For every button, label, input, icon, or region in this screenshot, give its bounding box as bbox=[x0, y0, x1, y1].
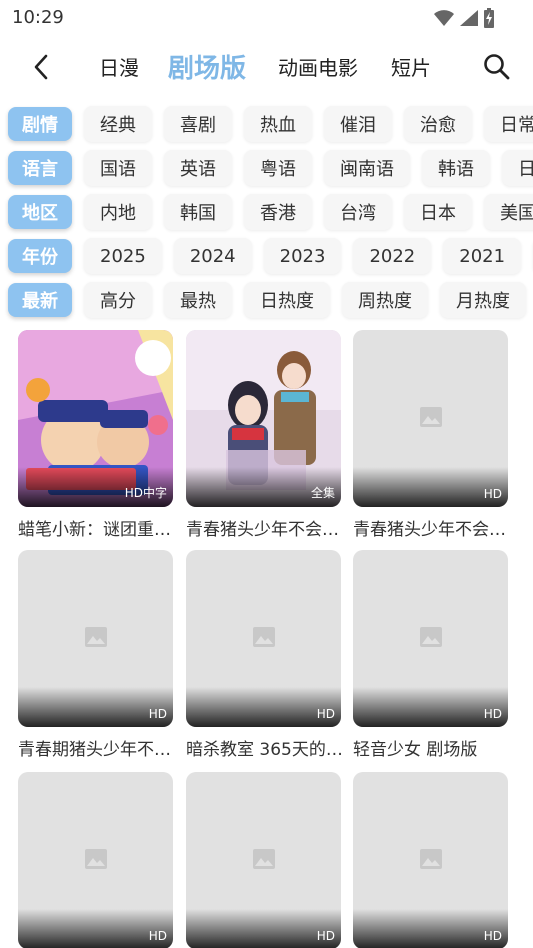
video-card[interactable]: HD 青春猪头少年不会梦到红书包女孩 bbox=[353, 330, 513, 540]
filter-chip[interactable]: 高分 bbox=[84, 282, 152, 318]
poster-placeholder: HD bbox=[353, 550, 508, 727]
video-card[interactable]: HD 青春期猪头少年不会梦到怀梦美少女 bbox=[18, 550, 178, 760]
video-card[interactable]: HD bbox=[18, 772, 173, 948]
filter-chip[interactable]: 粤语 bbox=[244, 150, 312, 186]
poster-placeholder: HD bbox=[186, 550, 341, 727]
video-card[interactable]: HD 轻音少女 剧场版 bbox=[353, 550, 508, 760]
filter-chip[interactable]: 台湾 bbox=[324, 194, 392, 230]
filter-chip[interactable]: 催泪 bbox=[324, 106, 392, 142]
filter-chip[interactable]: 美国 bbox=[484, 194, 533, 230]
filter-chip[interactable]: 韩国 bbox=[164, 194, 232, 230]
video-title: 青春猪头少年不会梦到娇怜外出妹 bbox=[186, 520, 346, 540]
poster-placeholder: HD bbox=[353, 772, 508, 948]
filter-head-sort: 最新 bbox=[8, 283, 72, 317]
image-placeholder-icon bbox=[420, 849, 442, 869]
image-placeholder-icon bbox=[420, 407, 442, 427]
wifi-icon bbox=[434, 10, 454, 26]
search-icon bbox=[484, 54, 510, 80]
quality-badge: 全集 bbox=[310, 486, 335, 500]
filter-panel: 剧情 经典 喜剧 热血 催泪 治愈 日常 语言 国语 英语 粤语 闽南语 韩语 … bbox=[0, 104, 533, 326]
video-card[interactable]: HD bbox=[353, 772, 508, 948]
tab-japanese-anime[interactable]: 日漫 bbox=[99, 52, 139, 81]
video-card[interactable]: HD bbox=[186, 772, 341, 948]
poster-image: 全集 bbox=[186, 330, 341, 507]
filter-chip[interactable]: 经典 bbox=[84, 106, 152, 142]
filter-head-region: 地区 bbox=[8, 195, 72, 229]
filter-chip[interactable]: 内地 bbox=[84, 194, 152, 230]
status-time: 10:29 bbox=[12, 7, 64, 28]
filter-head-year: 年份 bbox=[8, 239, 72, 273]
poster-placeholder: HD bbox=[18, 772, 173, 948]
video-card[interactable]: HD 暗杀教室 365天的时间 bbox=[186, 550, 346, 760]
filter-chip[interactable]: 国语 bbox=[84, 150, 152, 186]
filter-chip[interactable]: 日热度 bbox=[244, 282, 330, 318]
filter-chip[interactable]: 日常 bbox=[484, 106, 533, 142]
quality-badge: HD bbox=[483, 929, 502, 943]
video-title: 蜡笔小新：谜团重重！花之天下大学 bbox=[18, 520, 178, 540]
quality-badge: HD bbox=[148, 929, 167, 943]
filter-chip[interactable]: 韩语 bbox=[422, 150, 490, 186]
filter-head-genre: 剧情 bbox=[8, 107, 72, 141]
filter-chip[interactable]: 2021 bbox=[443, 238, 522, 274]
video-title: 青春期猪头少年不会梦到怀梦美少女 bbox=[18, 740, 178, 760]
tab-shorts[interactable]: 短片 bbox=[391, 52, 431, 81]
video-title: 暗杀教室 365天的时间 bbox=[186, 740, 346, 760]
video-card[interactable]: 全集 青春猪头少年不会梦到娇怜外出妹 bbox=[186, 330, 346, 540]
top-nav: 日漫 剧场版 动画电影 短片 bbox=[0, 36, 533, 96]
filter-chip[interactable]: 月热度 bbox=[440, 282, 526, 318]
status-icons bbox=[433, 8, 495, 28]
status-bar: 10:29 bbox=[0, 0, 533, 36]
filter-chip[interactable]: 日语 bbox=[502, 150, 533, 186]
chevron-left-icon bbox=[34, 54, 48, 80]
filter-chip[interactable]: 闽南语 bbox=[324, 150, 410, 186]
quality-badge: HD bbox=[148, 707, 167, 721]
search-button[interactable] bbox=[480, 50, 514, 84]
filter-chip[interactable]: 最热 bbox=[164, 282, 232, 318]
quality-badge: HD中字 bbox=[124, 486, 167, 500]
filter-row-sort: 最新 高分 最热 日热度 周热度 月热度 bbox=[8, 281, 533, 319]
image-placeholder-icon bbox=[253, 849, 275, 869]
filter-chip[interactable]: 喜剧 bbox=[164, 106, 232, 142]
image-placeholder-icon bbox=[253, 627, 275, 647]
filter-row-genre: 剧情 经典 喜剧 热血 催泪 治愈 日常 bbox=[8, 105, 533, 143]
image-placeholder-icon bbox=[420, 627, 442, 647]
quality-badge: HD bbox=[483, 707, 502, 721]
filter-chip[interactable]: 热血 bbox=[244, 106, 312, 142]
filter-head-language: 语言 bbox=[8, 151, 72, 185]
filter-chip[interactable]: 2023 bbox=[263, 238, 342, 274]
filter-chip[interactable]: 英语 bbox=[164, 150, 232, 186]
filter-chip[interactable]: 2024 bbox=[173, 238, 252, 274]
video-title: 青春猪头少年不会梦到红书包女孩 bbox=[353, 520, 513, 540]
filter-row-year: 年份 2025 2024 2023 2022 2021 2020 bbox=[8, 237, 533, 275]
quality-badge: HD bbox=[316, 929, 335, 943]
tab-animated-movie[interactable]: 动画电影 bbox=[278, 52, 358, 81]
battery-icon bbox=[484, 8, 494, 28]
filter-chip[interactable]: 周热度 bbox=[342, 282, 428, 318]
poster-placeholder: HD bbox=[18, 550, 173, 727]
filter-chip[interactable]: 治愈 bbox=[404, 106, 472, 142]
filter-chip[interactable]: 香港 bbox=[244, 194, 312, 230]
tab-theatrical[interactable]: 剧场版 bbox=[168, 48, 246, 85]
poster-image: HD中字 bbox=[18, 330, 173, 507]
back-button[interactable] bbox=[24, 50, 58, 84]
filter-chip[interactable]: 2025 bbox=[84, 238, 162, 274]
poster-placeholder: HD bbox=[353, 330, 508, 507]
image-placeholder-icon bbox=[85, 849, 107, 869]
quality-badge: HD bbox=[483, 487, 502, 501]
filter-row-region: 地区 内地 韩国 香港 台湾 日本 美国 bbox=[8, 193, 533, 231]
quality-badge: HD bbox=[316, 707, 335, 721]
filter-chip[interactable]: 2022 bbox=[353, 238, 432, 274]
signal-icon bbox=[460, 10, 478, 26]
image-placeholder-icon bbox=[85, 627, 107, 647]
filter-row-language: 语言 国语 英语 粤语 闽南语 韩语 日语 bbox=[8, 149, 533, 187]
video-title: 轻音少女 剧场版 bbox=[353, 740, 478, 760]
filter-chip[interactable]: 日本 bbox=[404, 194, 472, 230]
video-card[interactable]: HD中字 蜡笔小新：谜团重重！花之天下大学 bbox=[18, 330, 178, 540]
poster-placeholder: HD bbox=[186, 772, 341, 948]
